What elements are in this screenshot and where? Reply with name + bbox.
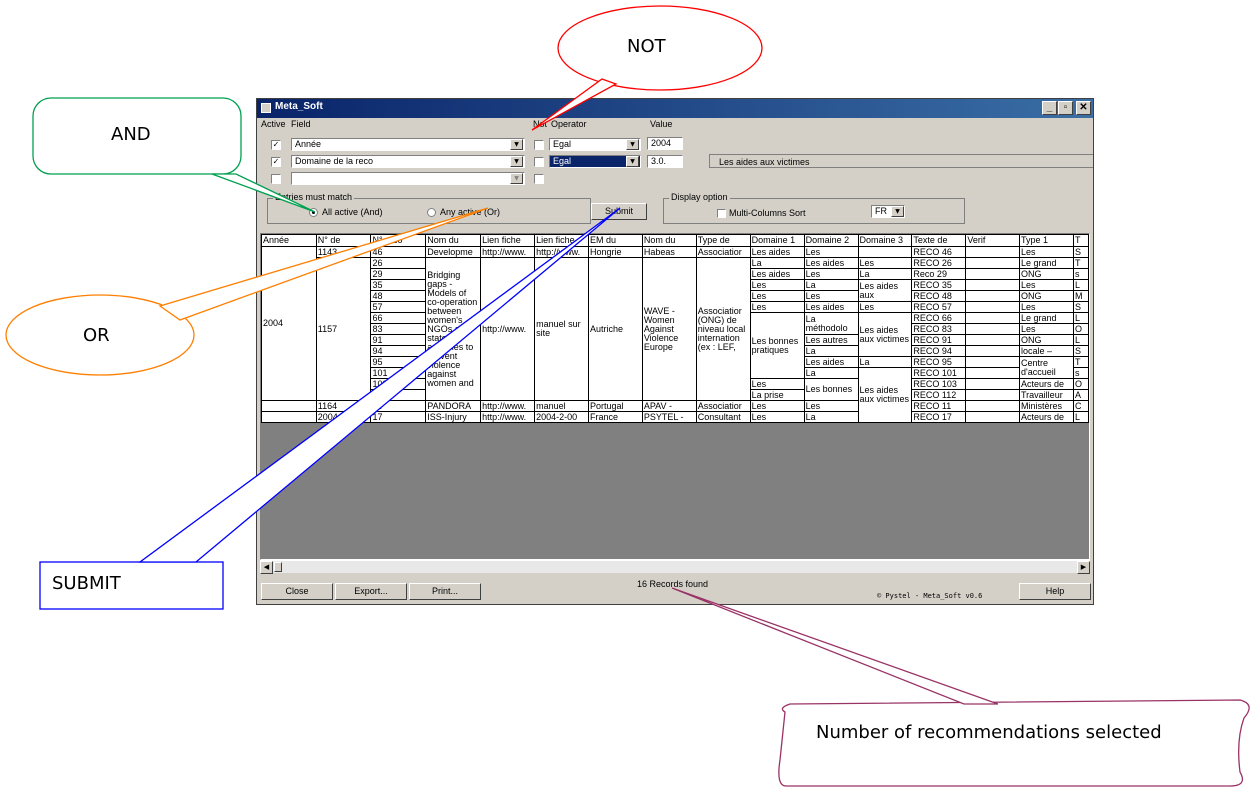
number-callout-label: Number of recommendations selected: [816, 722, 1162, 743]
submit-callout-pointer: [138, 207, 621, 563]
submit-callout-label: SUBMIT: [52, 573, 121, 594]
and-callout-label: AND: [111, 124, 151, 145]
number-callout-pointer: [671, 587, 999, 705]
or-callout-pointer: [158, 207, 489, 321]
or-callout-label: OR: [83, 325, 110, 346]
not-callout-pointer: [531, 78, 618, 131]
and-callout-pointer: [211, 173, 316, 213]
annotation-overlay: [5, 5, 1250, 787]
not-callout-label: NOT: [627, 36, 666, 57]
